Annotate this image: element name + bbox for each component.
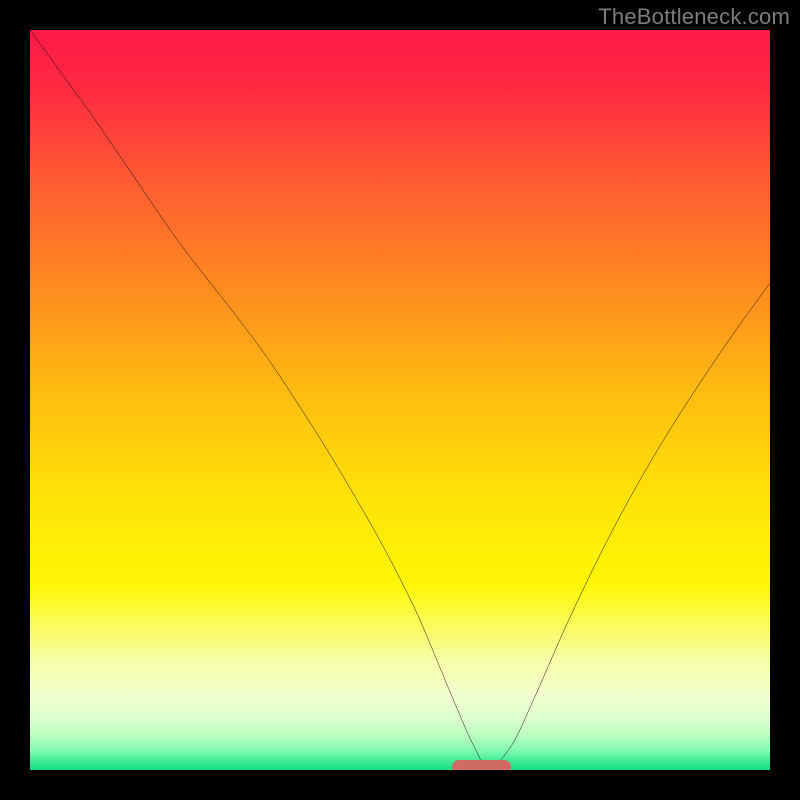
optimal-range-marker	[452, 760, 511, 770]
chart-frame: TheBottleneck.com	[0, 0, 800, 800]
bottleneck-curve	[30, 30, 770, 768]
watermark-text: TheBottleneck.com	[598, 4, 790, 30]
curve-layer	[30, 30, 770, 770]
plot-area	[30, 30, 770, 770]
